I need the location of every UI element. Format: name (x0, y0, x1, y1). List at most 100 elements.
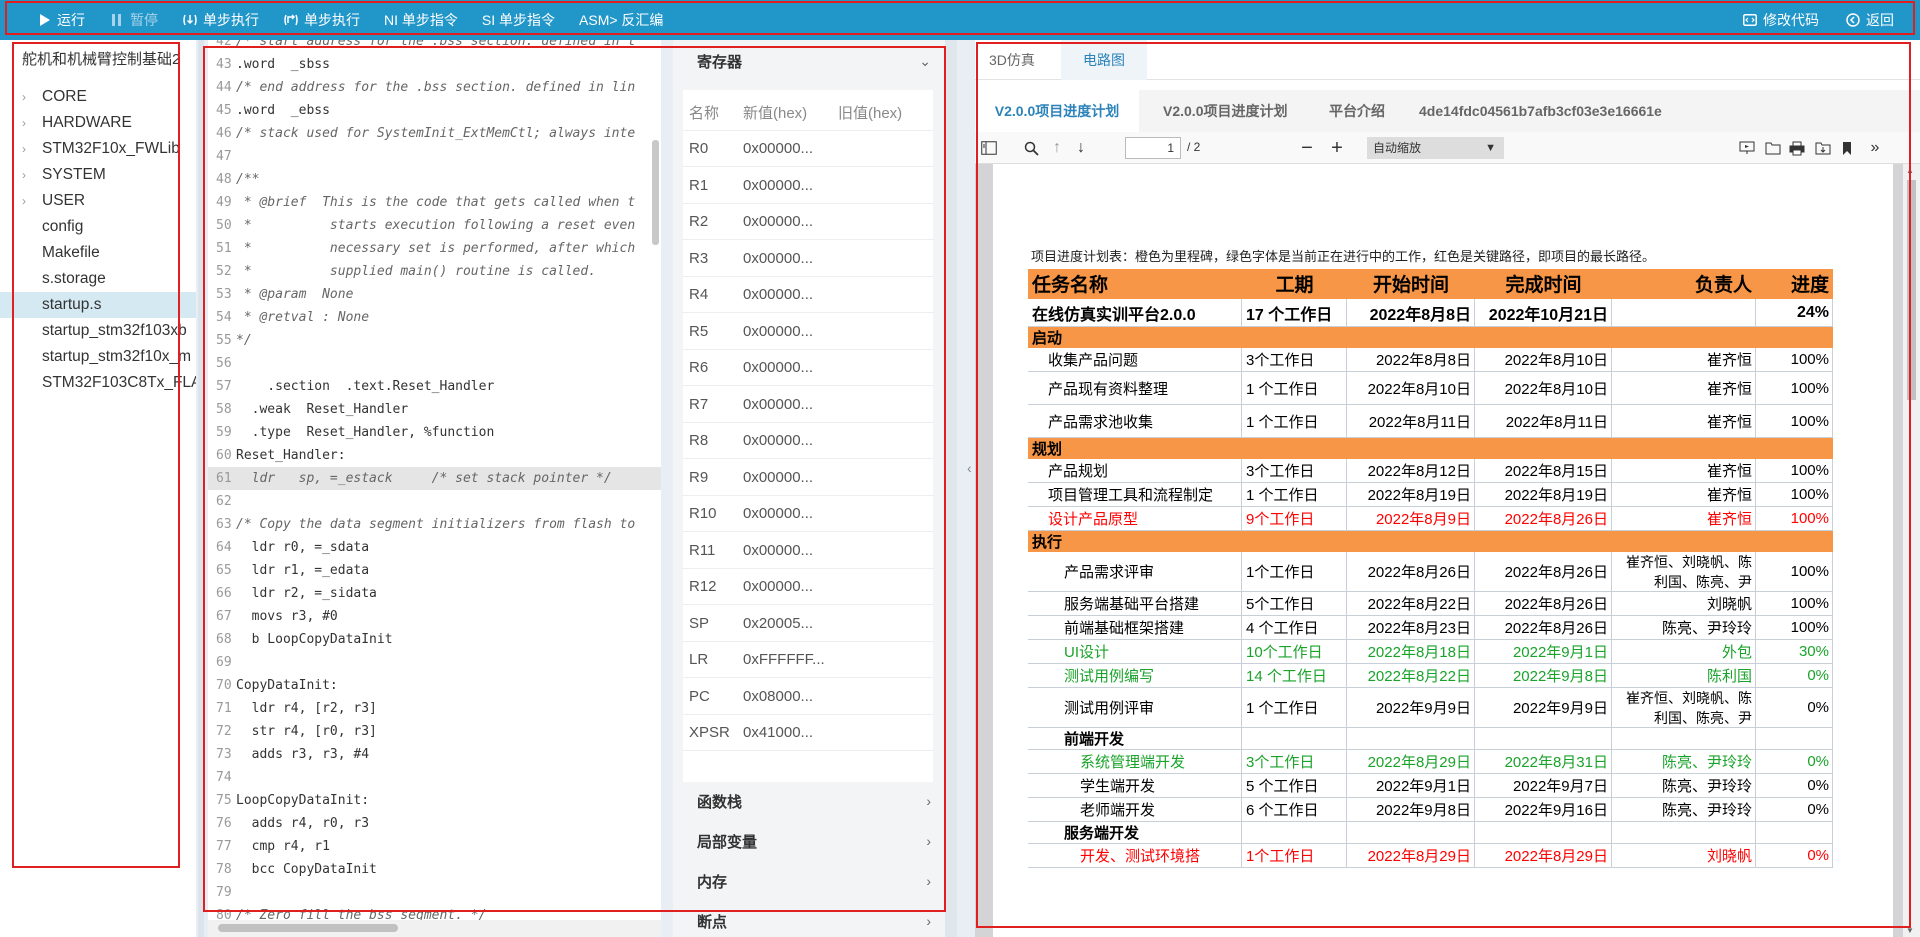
ni-step-button[interactable]: NI 单步指令 (384, 10, 458, 30)
pdf-scrollbar[interactable]: ▲ ▼ (1903, 164, 1920, 937)
chevron-right-icon[interactable]: › (22, 116, 38, 130)
section-header[interactable]: 局部变量 › (673, 822, 945, 860)
asm-button[interactable]: ASM> 反汇编 (579, 10, 663, 30)
tree-item[interactable]: Makefile (0, 240, 196, 266)
pdf-viewer[interactable]: 项目进度计划表：橙色为里程碑，绿色字体是当前正在进行中的工作，红色是关键路径，即… (975, 164, 1920, 937)
tree-item[interactable]: startup_stm32f103xb (0, 318, 196, 344)
run-button[interactable]: 运行 (36, 10, 85, 30)
table-cell: 2022年8月19日 (1504, 487, 1608, 504)
chevron-right-icon[interactable]: › (22, 90, 38, 104)
tree-item[interactable]: › USER (0, 188, 196, 214)
register-row: R7 0x00000... (683, 387, 933, 423)
doc-tab-1[interactable]: V2.0.0项目进度计划 (975, 90, 1139, 132)
doc-tab-2[interactable]: V2.0.0项目进度计划 (1147, 90, 1303, 132)
right-splitter[interactable]: ‹ (945, 40, 975, 937)
code-text: ldr r1, =_edata (236, 563, 370, 578)
table-row: 老师端开发 6 个工作日 2022年9月8日 2022年9月16日 陈亮、尹玲玲 0% (1028, 798, 1833, 822)
table-row: 在线仿真实训平台2.0.0 17 个工作日 2022年8月8日 2022年10月21日… (1028, 299, 1833, 327)
table-cell: 启动 (1032, 329, 1063, 347)
code-text: ldr r0, =_sdata (236, 540, 370, 555)
next-page-icon[interactable]: ↓ (1071, 138, 1091, 158)
tree-item-label: HARDWARE (42, 114, 132, 131)
line-number: 63 (216, 517, 232, 532)
table-row: 测试用例评审 1 个工作日 2022年9月9日 2022年9月9日 崔齐恒、刘晓帆、陈利… (1028, 688, 1833, 728)
table-cell: 2022年8月10日 (1367, 380, 1471, 398)
editor-vertical-scrollbar[interactable] (652, 140, 659, 245)
register-name: R11 (689, 541, 716, 559)
presentation-icon[interactable] (1737, 138, 1757, 158)
zoom-in-icon[interactable]: + (1327, 137, 1347, 159)
register-name: SP (689, 614, 710, 632)
step-into-button[interactable]: 单步执行 (182, 10, 259, 30)
table-cell: 服务端基础平台搭建 (1064, 596, 1200, 613)
section-header[interactable]: 断点 › (673, 902, 945, 937)
section-header[interactable]: 内存 › (673, 862, 945, 900)
tree-item[interactable]: s.storage (0, 266, 196, 292)
editor-splitter[interactable] (661, 40, 673, 937)
code-text: CopyDataInit: (236, 678, 338, 693)
table-cell: 1个工作日 (1246, 848, 1315, 865)
si-step-button[interactable]: SI 单步指令 (482, 10, 555, 30)
line-number: 80 (216, 908, 232, 920)
print-icon[interactable] (1787, 138, 1807, 158)
tree-item[interactable]: startup_stm32f10x_m (0, 344, 196, 370)
table-cell: 系统管理端开发 (1080, 754, 1186, 771)
section-header[interactable]: 函数栈 › (673, 782, 945, 820)
table-cell: 2022年8月10日 (1504, 352, 1608, 369)
editor-horizontal-scrollbar[interactable] (208, 920, 661, 937)
tree-item[interactable]: config (0, 214, 196, 240)
code-line: 53 * @param None (208, 283, 661, 306)
tree-item[interactable]: STM32F103C8Tx_FLA (0, 370, 196, 396)
table-cell: 崔齐恒 (1706, 511, 1752, 528)
code-text: movs r3, #0 (236, 609, 338, 624)
pause-button[interactable]: 暂停 (109, 10, 158, 30)
back-button[interactable]: 返回 (1845, 10, 1894, 30)
tree-item[interactable]: startup.s (0, 292, 196, 318)
code-line: 47 (208, 145, 661, 168)
prev-page-icon[interactable]: ↑ (1047, 138, 1067, 158)
doc-tab-3[interactable]: 平台介绍 (1313, 90, 1401, 132)
register-new: 0x00000... (743, 432, 814, 449)
table-cell: 2022年9月1日 (1375, 778, 1471, 795)
chevron-right-icon[interactable]: › (22, 194, 38, 208)
line-number: 60 (216, 448, 232, 463)
code-line: 45 .word _ebss (208, 99, 661, 122)
code-text: /** (236, 172, 260, 187)
registers-header[interactable]: 寄存器 ⌄ (673, 42, 945, 80)
registers-header-row: 名称 新值(hex) 旧值(hex) (683, 95, 933, 131)
zoom-out-icon[interactable]: − (1297, 137, 1317, 159)
doc-tab-4[interactable]: 4de14fdc04561b7afb3cf03e3e16661e (1403, 90, 1678, 132)
open-file-icon[interactable] (1763, 138, 1783, 158)
table-cell: 负责人 (1694, 275, 1752, 296)
chevron-right-icon[interactable]: › (22, 168, 38, 182)
save-icon[interactable] (1813, 138, 1833, 158)
collapse-arrow-icon[interactable]: ‹ (967, 460, 972, 476)
register-new: 0x00000... (743, 578, 814, 595)
sidebar-toggle-icon[interactable] (979, 138, 999, 158)
page-number-input[interactable]: 1 (1125, 137, 1181, 159)
code-editor[interactable]: 42 /* start address for the .bss section.… (208, 40, 661, 920)
project-root[interactable]: 舵机和机械臂控制基础2 (22, 48, 180, 69)
tab-3d-sim[interactable]: 3D仿真 (975, 40, 1049, 80)
register-name: R9 (689, 468, 709, 486)
play-icon (36, 12, 52, 28)
line-number: 67 (216, 609, 232, 624)
line-number: 74 (216, 770, 232, 785)
chevron-right-icon[interactable]: › (22, 142, 38, 156)
tree-item[interactable]: › SYSTEM (0, 162, 196, 188)
sidebar-splitter[interactable] (196, 40, 208, 937)
more-tools-icon[interactable]: » (1865, 138, 1885, 158)
code-line: 68 b LoopCopyDataInit (208, 628, 661, 651)
step-over-button[interactable]: 单步执行 (283, 10, 360, 30)
search-icon[interactable] (1021, 138, 1041, 158)
table-cell: 4 个工作日 (1246, 620, 1319, 637)
tree-item[interactable]: › STM32F10x_FWLib (0, 136, 196, 162)
bookmark-icon[interactable] (1837, 138, 1857, 158)
tab-circuit[interactable]: 电路图 (1061, 40, 1147, 80)
zoom-select[interactable]: 自动缩放 ▼ (1367, 137, 1504, 159)
tree-item[interactable]: › HARDWARE (0, 110, 196, 136)
edit-code-button[interactable]: 修改代码 (1742, 10, 1819, 30)
table-cell: 2022年8月18日 (1367, 644, 1471, 661)
view-tabs: 3D仿真 电路图 (975, 40, 1920, 80)
tree-item[interactable]: › CORE (0, 84, 196, 110)
